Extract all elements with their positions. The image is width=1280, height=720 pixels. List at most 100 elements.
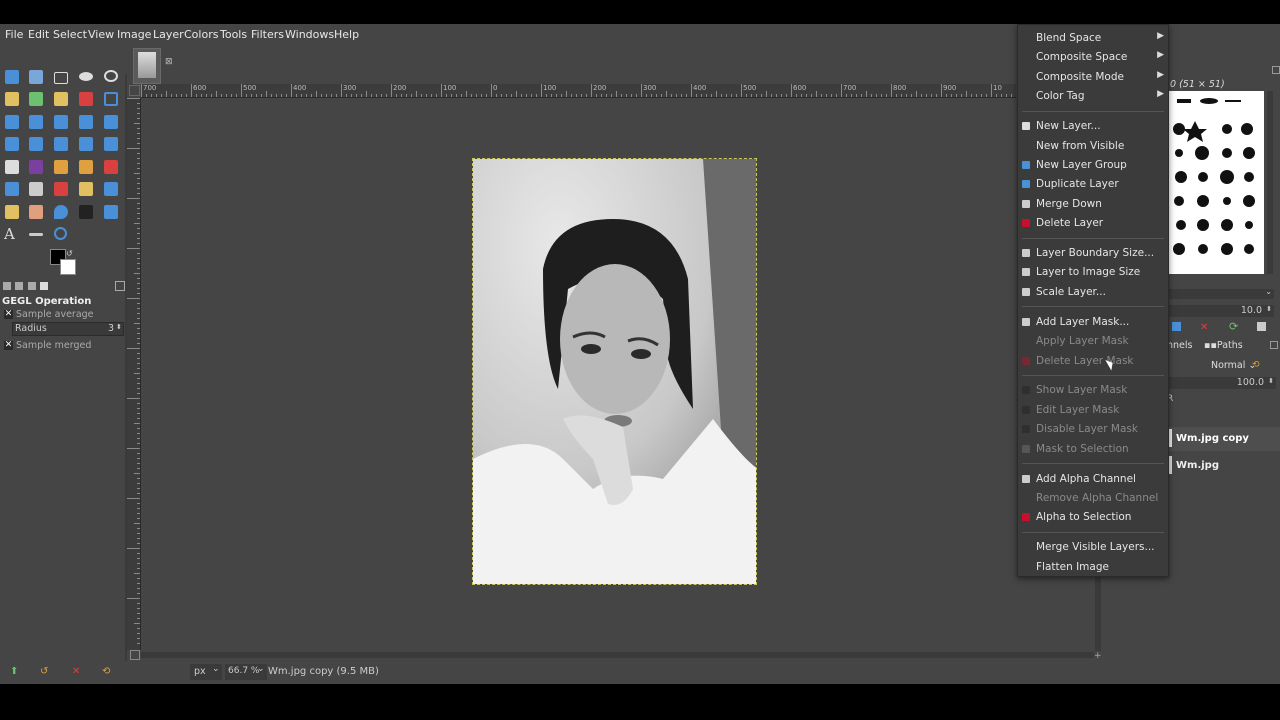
eraser-icon[interactable] (53, 181, 69, 197)
unified-transform-icon[interactable] (4, 114, 20, 130)
menu-item-new-from-visible[interactable]: New from Visible (1018, 137, 1168, 155)
bucket-fill-icon[interactable] (4, 159, 20, 175)
sample-average-checkbox[interactable]: ✕ (4, 310, 13, 319)
brush-edit-icon[interactable] (1172, 322, 1181, 331)
reset-icon[interactable]: ⟲ (102, 666, 110, 677)
grid-icon[interactable] (28, 136, 44, 152)
menu-item-blend-space[interactable]: Blend Space ▶ (1018, 29, 1168, 47)
spinner-arrows-icon[interactable]: ⬍ (1268, 377, 1274, 385)
menu-edit[interactable]: Edit (28, 28, 49, 41)
brush-grid[interactable] (1167, 91, 1264, 274)
zoom-icon[interactable] (53, 226, 69, 242)
swap-colors-icon[interactable]: ↺ (66, 249, 74, 258)
gradient-icon[interactable] (28, 159, 44, 175)
menu-item-merge-visible-layers[interactable]: Merge Visible Layers... (1018, 538, 1168, 556)
layer-row-active[interactable]: Wm.jpg copy (1167, 427, 1280, 451)
mypaint-icon[interactable] (28, 181, 44, 197)
menu-item-new-layer[interactable]: New Layer... (1018, 117, 1168, 135)
image-tab-close-icon[interactable]: ⊠ (165, 57, 173, 67)
brush-scrollbar[interactable] (1267, 91, 1273, 274)
align-tool-icon[interactable] (28, 69, 44, 85)
lasso-icon[interactable] (103, 69, 119, 85)
sample-merged-row[interactable]: ✕ Sample merged (3, 340, 123, 352)
horizontal-scrollbar[interactable] (141, 652, 1094, 658)
brush-tag-select[interactable]: ⌄ (1167, 287, 1274, 299)
brush-open-icon[interactable] (1257, 322, 1266, 331)
zoom-select[interactable]: 66.7 % ⌄ (225, 664, 267, 680)
layer-row[interactable]: Wm.jpg (1167, 454, 1280, 478)
menu-item-new-layer-group[interactable]: New Layer Group (1018, 156, 1168, 174)
ellipse-select-icon[interactable] (78, 69, 94, 85)
opacity-field[interactable]: 100.0 ⬍ (1167, 377, 1276, 389)
pencil-icon[interactable] (78, 159, 94, 175)
unit-select[interactable]: px ⌄ (190, 664, 222, 680)
configure-tab-icon[interactable] (115, 281, 125, 291)
images-tab-icon[interactable] (40, 282, 48, 290)
brush-spacing-field[interactable]: 10.0 ⬍ (1167, 305, 1274, 317)
handle-transform-icon[interactable] (78, 136, 94, 152)
menu-image[interactable]: Image (117, 28, 151, 41)
menu-item-composite-space[interactable]: Composite Space ▶ (1018, 48, 1168, 66)
crop-icon[interactable] (103, 91, 119, 107)
perspective-icon[interactable] (103, 136, 119, 152)
dock-config-icon[interactable] (1270, 341, 1278, 349)
sample-merged-checkbox[interactable]: ✕ (4, 341, 13, 350)
color-select-icon[interactable] (28, 91, 44, 107)
menu-colors[interactable]: Colors (184, 28, 218, 41)
airbrush-icon[interactable] (103, 159, 119, 175)
cage-icon[interactable] (4, 136, 20, 152)
menu-filters[interactable]: Filters (251, 28, 284, 41)
radius-spinner[interactable]: Radius 3 ⬍ (12, 322, 124, 336)
menu-item-layer-boundary-size[interactable]: Layer Boundary Size... (1018, 244, 1168, 262)
measure-icon[interactable] (28, 226, 44, 242)
menu-item-merge-down[interactable]: Merge Down (1018, 195, 1168, 213)
menu-item-duplicate-layer[interactable]: Duplicate Layer (1018, 175, 1168, 193)
brush-delete-icon[interactable]: ✕ (1200, 322, 1208, 333)
scale-icon[interactable] (53, 114, 69, 130)
rect-select-icon[interactable] (53, 69, 69, 85)
menu-windows[interactable]: Windows (285, 28, 334, 41)
background-color-swatch[interactable] (60, 259, 76, 275)
undo-history-tab-icon[interactable] (28, 282, 36, 290)
menu-tools[interactable]: Tools (220, 28, 247, 41)
fuzzy-select-icon[interactable] (4, 91, 20, 107)
smudge-icon[interactable] (4, 204, 20, 220)
text-tool-icon[interactable]: A (4, 226, 20, 242)
menu-item-alpha-to-selection[interactable]: Alpha to Selection (1018, 508, 1168, 526)
spinner-arrows-icon[interactable]: ⬍ (1266, 305, 1272, 313)
spinner-arrows-icon[interactable]: ⬍ (116, 323, 122, 331)
brush-refresh-icon[interactable]: ⟳ (1229, 320, 1238, 333)
menu-item-delete-layer[interactable]: Delete Layer (1018, 214, 1168, 232)
menu-file[interactable]: File (5, 28, 23, 41)
menu-help[interactable]: Help (334, 28, 359, 41)
navigate-icon[interactable] (130, 650, 140, 660)
clone-icon[interactable] (78, 181, 94, 197)
layer-mode-reset-icon[interactable]: ⟲ (1252, 360, 1260, 370)
menu-select[interactable]: Select (53, 28, 87, 41)
dock-config-icon[interactable] (1272, 66, 1280, 74)
move-tool-icon[interactable] (4, 69, 20, 85)
menu-item-add-layer-mask[interactable]: Add Layer Mask... (1018, 313, 1168, 331)
sample-average-row[interactable]: ✕ Sample average (3, 309, 123, 321)
delete-preset-icon[interactable]: ✕ (72, 666, 80, 677)
menu-item-add-alpha-channel[interactable]: Add Alpha Channel (1018, 470, 1168, 488)
path-icon[interactable] (78, 204, 94, 220)
device-status-tab-icon[interactable] (15, 282, 23, 290)
color-picker-icon[interactable] (103, 204, 119, 220)
restore-icon[interactable]: ↺ (40, 666, 48, 677)
shear-icon[interactable] (78, 114, 94, 130)
tab-channels[interactable]: nnels (1167, 340, 1192, 351)
menu-item-layer-to-image-size[interactable]: Layer to Image Size (1018, 263, 1168, 281)
quick-mask-corner-icon[interactable] (129, 85, 140, 96)
blur-icon[interactable] (53, 204, 69, 220)
zoom-expand-icon[interactable]: + (1094, 651, 1102, 661)
menu-item-color-tag[interactable]: Color Tag ▶ (1018, 87, 1168, 105)
menu-view[interactable]: View (88, 28, 114, 41)
heal-icon[interactable] (103, 181, 119, 197)
rotate-icon[interactable] (28, 114, 44, 130)
warp-icon[interactable] (53, 136, 69, 152)
paintbrush-icon[interactable] (53, 159, 69, 175)
scissors-icon[interactable] (53, 91, 69, 107)
menu-item-flatten-image[interactable]: Flatten Image (1018, 558, 1168, 576)
menu-layer[interactable]: Layer (153, 28, 184, 41)
